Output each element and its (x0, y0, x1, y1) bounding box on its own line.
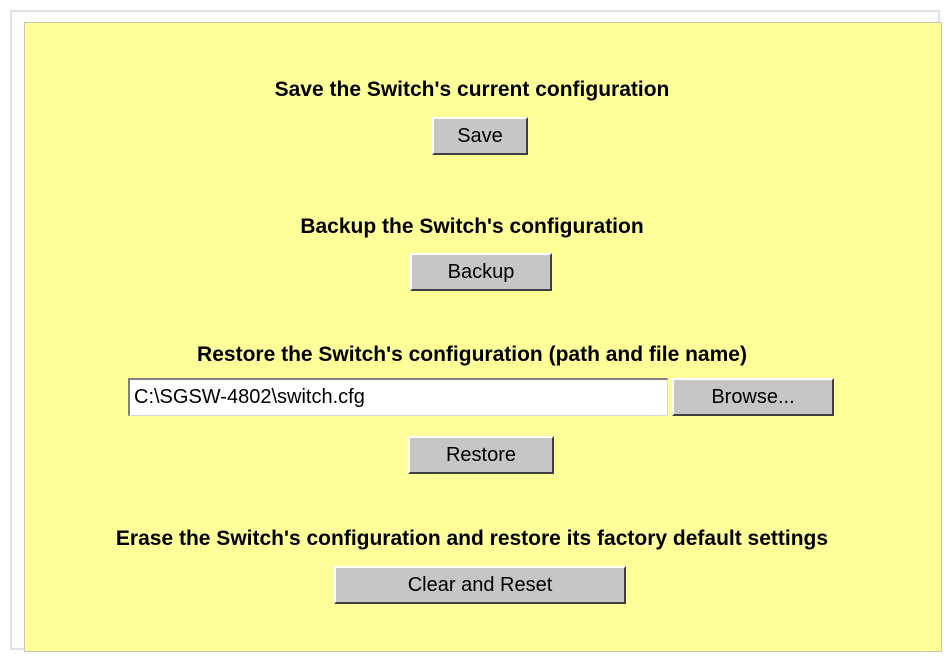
erase-heading: Erase the Switch's configuration and res… (115, 527, 829, 550)
backup-button[interactable]: Backup (410, 253, 552, 291)
save-heading: Save the Switch's current configuration (274, 78, 670, 101)
file-path-input[interactable] (128, 378, 668, 416)
save-button[interactable]: Save (432, 117, 528, 155)
backup-heading: Backup the Switch's configuration (300, 215, 644, 238)
clear-and-reset-button[interactable]: Clear and Reset (334, 566, 626, 604)
restore-heading: Restore the Switch's configuration (path… (197, 343, 747, 366)
browse-button[interactable]: Browse... (672, 378, 834, 416)
restore-button[interactable]: Restore (408, 436, 554, 474)
